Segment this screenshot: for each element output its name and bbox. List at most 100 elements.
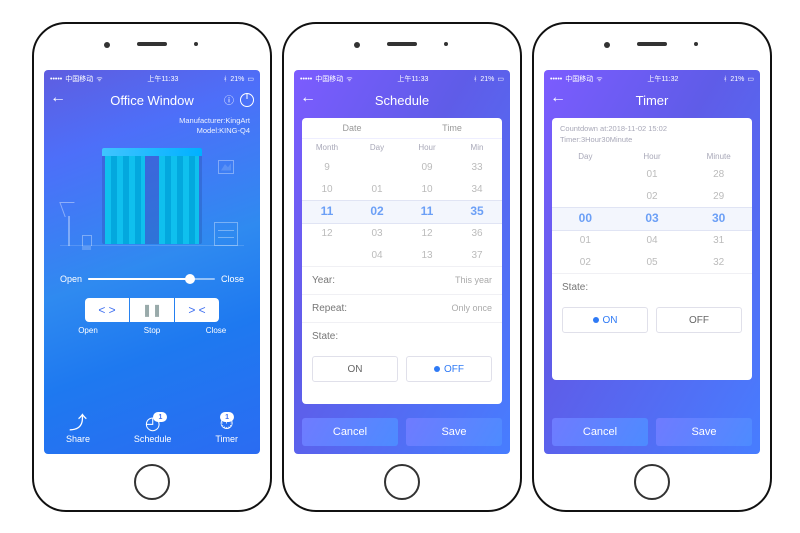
state-row: State: — [302, 322, 502, 350]
carrier-label: 中国移动 — [315, 74, 343, 84]
picker-row: 12031236 — [302, 222, 502, 244]
screen-timer: ••••• 中国移动 ᯤ 上午11:32 ᚼ 21% ▭ ← Timer Cou… — [544, 70, 760, 454]
stop-button[interactable]: ❚❚ — [130, 298, 174, 322]
control-labels: Open Stop Close — [44, 326, 260, 335]
painting-icon — [218, 160, 234, 174]
bezel-top — [34, 24, 270, 70]
slider-thumb[interactable] — [185, 274, 195, 284]
back-icon[interactable]: ← — [550, 90, 566, 106]
cancel-label: Cancel — [583, 426, 617, 438]
col-hour: Hour — [619, 152, 686, 161]
state-off-button[interactable]: OFF — [406, 356, 492, 382]
sensor-dot — [694, 42, 698, 46]
back-icon[interactable]: ← — [300, 90, 316, 106]
screen-curtain-control: ••••• 中国移动 ᯤ 上午11:33 ᚼ 21% ▭ ← Office Wi… — [44, 70, 260, 454]
home-button[interactable] — [384, 464, 420, 500]
repeat-label: Repeat: — [312, 303, 347, 314]
radio-dot-icon — [593, 317, 599, 323]
bt-icon: ᚼ — [223, 76, 227, 83]
stop-label: Stop — [130, 326, 174, 335]
repeat-row[interactable]: Repeat: Only once — [302, 294, 502, 322]
battery-percent: 21% — [730, 76, 744, 83]
tab-schedule[interactable]: ◴ 1 Schedule — [134, 414, 172, 444]
col-hour: Hour — [402, 143, 452, 152]
tab-timer-label: Timer — [215, 434, 238, 444]
battery-icon: ▭ — [747, 75, 754, 83]
column-headers: Month Day Hour Min — [302, 139, 502, 156]
bezel-top — [534, 24, 770, 70]
save-button[interactable]: Save — [656, 418, 752, 446]
tab-share[interactable]: ⤴ Share — [66, 414, 90, 444]
state-label: State: — [562, 282, 588, 293]
cancel-button[interactable]: Cancel — [552, 418, 648, 446]
home-button[interactable] — [134, 464, 170, 500]
col-month: Month — [302, 143, 352, 152]
save-label: Save — [691, 426, 716, 438]
open-button[interactable]: < > — [85, 298, 129, 322]
picker-row: 90933 — [302, 156, 502, 178]
dresser-icon — [214, 222, 238, 246]
back-icon[interactable]: ← — [50, 90, 66, 106]
picker-row: 041337 — [302, 244, 502, 266]
picker-row: 0229 — [552, 185, 752, 207]
state-off-button[interactable]: OFF — [656, 307, 742, 333]
state-on-button[interactable]: ON — [312, 356, 398, 382]
wifi-icon: ᯤ — [596, 75, 602, 84]
curtain-rail — [102, 148, 202, 156]
slider-fill — [88, 278, 190, 280]
save-button[interactable]: Save — [406, 418, 502, 446]
year-row[interactable]: Year: This year — [302, 266, 502, 294]
page-title: Timer — [636, 93, 669, 108]
timer-note: Timer:3Hour30Minute — [552, 135, 752, 146]
bezel-top — [284, 24, 520, 70]
home-button[interactable] — [634, 464, 670, 500]
close-button[interactable]: > < — [175, 298, 219, 322]
state-on-button[interactable]: ON — [562, 307, 648, 333]
tab-timer[interactable]: ⏱ 1 Timer — [215, 414, 238, 444]
state-on-label: ON — [603, 315, 618, 326]
wifi-icon: ᯤ — [346, 75, 352, 84]
battery-icon: ▭ — [247, 75, 254, 83]
camera-dot — [104, 42, 110, 48]
tab-share-label: Share — [66, 434, 90, 444]
camera-dot — [604, 42, 610, 48]
state-buttons: ON OFF — [552, 301, 752, 333]
header: ← Timer — [544, 86, 760, 114]
cancel-button[interactable]: Cancel — [302, 418, 398, 446]
speaker-slot — [387, 42, 417, 46]
picker-row: 020532 — [552, 251, 752, 273]
col-minute: Minute — [685, 152, 752, 161]
sensor-dot — [444, 42, 448, 46]
picker-row-selected: 11021135 — [302, 200, 502, 222]
header: ← Office Window ⓘ — [44, 86, 260, 114]
tab-schedule-label: Schedule — [134, 434, 172, 444]
state-buttons: ON OFF — [302, 350, 502, 382]
bt-icon: ᚼ — [723, 76, 727, 83]
picker-row: 10011034 — [302, 178, 502, 200]
header: ← Schedule — [294, 86, 510, 114]
speaker-slot — [637, 42, 667, 46]
page-title: Office Window — [110, 93, 194, 108]
footer-buttons: Cancel Save — [552, 418, 752, 446]
year-label: Year: — [312, 275, 335, 286]
openness-slider[interactable] — [88, 278, 215, 280]
model-label: Model: — [197, 126, 220, 135]
state-on-label: ON — [348, 364, 363, 375]
duration-picker[interactable]: 0128 0229 000330 010431 020532 — [552, 163, 752, 273]
info-icon[interactable]: ⓘ — [224, 92, 234, 107]
screen-schedule: ••••• 中国移动 ᯤ 上午11:33 ᚼ 21% ▭ ← Schedule … — [294, 70, 510, 454]
status-bar: ••••• 中国移动 ᯤ 上午11:33 ᚼ 21% ▭ — [44, 70, 260, 86]
state-row: State: — [552, 273, 752, 301]
date-header: Date — [302, 118, 402, 138]
cancel-label: Cancel — [333, 426, 367, 438]
timer-card: Countdown at:2018-11-02 15:02 Timer:3Hou… — [552, 118, 752, 380]
picker-row-selected: 000330 — [552, 207, 752, 229]
col-min: Min — [452, 143, 502, 152]
state-off-label: OFF — [689, 315, 709, 326]
power-icon[interactable] — [240, 93, 254, 107]
datetime-picker[interactable]: 90933 10011034 11021135 12031236 041337 — [302, 156, 502, 266]
header-actions: ⓘ — [224, 92, 254, 107]
battery-percent: 21% — [230, 76, 244, 83]
signal-icon: ••••• — [300, 76, 312, 83]
phone-mockup-1: ••••• 中国移动 ᯤ 上午11:33 ᚼ 21% ▭ ← Office Wi… — [32, 22, 272, 512]
